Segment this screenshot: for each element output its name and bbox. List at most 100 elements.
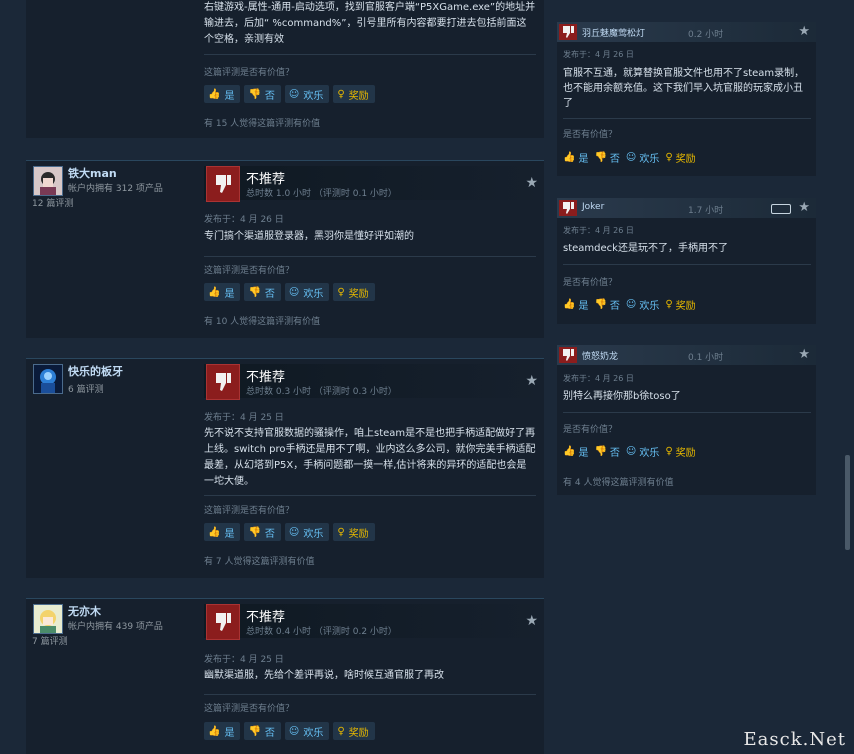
star-icon[interactable]: ★ xyxy=(798,200,810,215)
thumbs-up-icon: 👍 xyxy=(208,286,221,298)
award-button[interactable]: ♀ 奖励 xyxy=(333,283,375,301)
thumbs-down-icon xyxy=(559,347,577,363)
username[interactable]: 铁大man xyxy=(68,165,117,181)
vote-yes-label: 是 xyxy=(224,528,235,540)
verdict-bar: 不推荐 总时数 1.0 小时 （评测时 0.1 小时） ★ xyxy=(204,166,544,202)
award-button[interactable]: ♀ 奖励 xyxy=(665,297,695,312)
vote-funny-button[interactable]: ☺ 欢乐 xyxy=(626,150,659,165)
award-button[interactable]: ♀ 奖励 xyxy=(333,523,375,541)
star-icon[interactable]: ★ xyxy=(525,175,538,191)
review-body: 官服不互通，就算替换官服文件也用不了steam录制，也不能用余额充值。这下我们早… xyxy=(563,68,805,109)
vote-funny-button[interactable]: ☺ 欢乐 xyxy=(626,297,659,312)
avatar[interactable] xyxy=(33,166,63,196)
thumbs-down-icon: 👎 xyxy=(594,446,607,457)
vote-no-label: 否 xyxy=(609,301,620,312)
vote-funny-button[interactable]: ☺ 欢乐 xyxy=(284,85,330,103)
vote-no-label: 否 xyxy=(609,448,620,459)
vote-yes-button[interactable]: 👍 是 xyxy=(204,523,241,541)
thumbs-down-icon: 👎 xyxy=(248,526,261,538)
star-icon[interactable]: ★ xyxy=(525,613,538,629)
review-count[interactable]: 7 篇评测 xyxy=(32,634,68,647)
vote-funny-label: 欢乐 xyxy=(303,288,324,300)
helpful-question: 这篇评测是否有价值？ xyxy=(204,68,295,78)
playtime: 总时数 0.3 小时 （评测时 0.3 小时） xyxy=(246,387,397,397)
verdict-bar: 不推荐 总时数 0.4 小时 （评测时 0.2 小时） ★ xyxy=(204,604,544,640)
review-body: 别特么再接你那b徐toso了 xyxy=(563,391,681,402)
review-body: 幽默渠道服，先给个差评再说，啥时候互通官服了再改 xyxy=(204,670,444,681)
thumbs-down-icon: 👎 xyxy=(594,152,607,163)
thumbs-up-icon: 👍 xyxy=(208,88,221,100)
vote-funny-button[interactable]: ☺ 欢乐 xyxy=(284,283,330,301)
found-helpful-count: 有 10 人觉得这篇评测有价值 xyxy=(204,317,321,327)
helpful-question: 是否有价值？ xyxy=(563,425,618,435)
thumbs-down-icon xyxy=(206,604,240,640)
award-button[interactable]: ♀ 奖励 xyxy=(665,150,695,165)
vote-no-button[interactable]: 👎 否 xyxy=(244,523,281,541)
helpful-question: 是否有价值？ xyxy=(563,278,618,288)
star-icon[interactable]: ★ xyxy=(525,373,538,389)
thumbs-down-icon: 👎 xyxy=(248,286,261,298)
divider xyxy=(563,118,811,119)
vote-yes-label: 是 xyxy=(224,90,235,102)
helpful-question: 是否有价值？ xyxy=(563,130,618,140)
vote-no-button[interactable]: 👎 否 xyxy=(594,297,619,312)
vote-funny-label: 欢乐 xyxy=(639,154,660,165)
vote-funny-button[interactable]: ☺ 欢乐 xyxy=(284,722,330,740)
award-button[interactable]: ♀ 奖励 xyxy=(665,444,695,459)
found-helpful-count: 有 7 人觉得这篇评测有价值 xyxy=(204,557,315,567)
vote-funny-button[interactable]: ☺ 欢乐 xyxy=(284,523,330,541)
posted-date: 发布于：4 月 26 日 xyxy=(204,215,284,225)
vote-funny-button[interactable]: ☺ 欢乐 xyxy=(626,444,659,459)
found-helpful-count: 有 4 人觉得这篇评测有价值 xyxy=(563,478,674,488)
vote-no-label: 否 xyxy=(264,528,275,540)
award-button[interactable]: ♀ 奖励 xyxy=(333,85,375,103)
smile-icon: ☺ xyxy=(288,88,300,100)
posted-date: 发布于：4 月 25 日 xyxy=(204,655,284,665)
vote-yes-button[interactable]: 👍 是 xyxy=(563,444,588,459)
smile-icon: ☺ xyxy=(288,725,300,737)
award-button[interactable]: ♀ 奖励 xyxy=(333,722,375,740)
smile-icon: ☺ xyxy=(625,152,637,163)
vote-yes-label: 是 xyxy=(224,727,235,739)
username[interactable]: 无亦木 xyxy=(68,603,101,619)
thumbs-up-icon: 👍 xyxy=(208,725,221,737)
avatar[interactable] xyxy=(33,364,63,394)
review-count[interactable]: 6 篇评测 xyxy=(68,382,104,395)
review-author: 快乐的板牙 6 篇评测 xyxy=(26,358,198,578)
avatar[interactable] xyxy=(33,604,63,634)
scrollbar-thumb[interactable] xyxy=(845,455,850,550)
vote-funny-label: 欢乐 xyxy=(303,528,324,540)
vote-no-button[interactable]: 👎 否 xyxy=(594,444,619,459)
vote-no-button[interactable]: 👎 否 xyxy=(244,283,281,301)
verdict: 不推荐 xyxy=(246,610,286,625)
vote-yes-button[interactable]: 👍 是 xyxy=(563,297,588,312)
username[interactable]: Joker xyxy=(582,202,604,212)
star-icon[interactable]: ★ xyxy=(798,24,810,39)
vote-yes-button[interactable]: 👍 是 xyxy=(204,283,241,301)
vote-yes-button[interactable]: 👍 是 xyxy=(563,150,588,165)
divider xyxy=(563,264,811,265)
vote-funny-label: 欢乐 xyxy=(303,90,324,102)
review-body: 先不说不支持官服数据的骚操作，咱上steam是不是也把手柄适配做好了再上线。sw… xyxy=(204,428,536,487)
vote-yes-button[interactable]: 👍 是 xyxy=(204,85,241,103)
vote-no-button[interactable]: 👎 否 xyxy=(594,150,619,165)
thumbs-down-icon: 👎 xyxy=(248,725,261,737)
vote-funny-label: 欢乐 xyxy=(639,301,660,312)
products-owned: 帐户内拥有 312 项产品 xyxy=(68,184,163,194)
review-body: steamdeck还是玩不了，手柄用不了 xyxy=(563,243,728,254)
username[interactable]: 愤怒奶龙 xyxy=(582,349,618,362)
vote-yes-button[interactable]: 👍 是 xyxy=(204,722,241,740)
review-count[interactable]: 12 篇评测 xyxy=(32,196,73,209)
review-card: 铁大man 帐户内拥有 312 项产品 12 篇评测 不推荐 总时数 1.0 小… xyxy=(26,160,544,338)
vote-buttons: 👍 是 👎 否 ☺ 欢乐 ♀ 奖励 xyxy=(204,722,375,740)
award-icon: ♀ xyxy=(337,286,345,298)
helpful-question: 这篇评测是否有价值？ xyxy=(204,704,295,714)
thumbs-down-icon xyxy=(206,166,240,202)
star-icon[interactable]: ★ xyxy=(798,347,810,362)
username[interactable]: 快乐的板牙 xyxy=(68,363,123,379)
vote-no-button[interactable]: 👎 否 xyxy=(244,722,281,740)
smile-icon: ☺ xyxy=(625,299,637,310)
username[interactable]: 羽丘魅魔莺松灯 xyxy=(582,26,645,39)
helpful-question: 这篇评测是否有价值？ xyxy=(204,266,295,276)
vote-no-button[interactable]: 👎 否 xyxy=(244,85,281,103)
